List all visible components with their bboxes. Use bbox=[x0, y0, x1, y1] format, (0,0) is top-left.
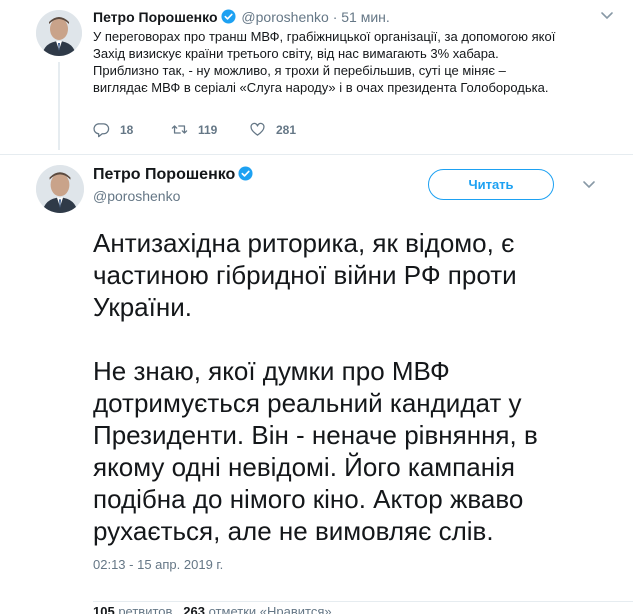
tweet-paragraph: Не знаю, якої думки про МВФ дотримується… bbox=[93, 356, 538, 546]
tweet-stats: 105 ретвитов 263 отметки «Нравится» bbox=[93, 601, 633, 614]
reply-icon bbox=[93, 123, 110, 138]
reply-count: 18 bbox=[120, 122, 134, 137]
author-handle[interactable]: @poroshenko bbox=[93, 188, 180, 204]
tweet-paragraph: Антизахідна риторика, як відомо, є части… bbox=[93, 228, 517, 322]
chevron-down-icon[interactable] bbox=[600, 10, 614, 20]
like-total[interactable]: 263 bbox=[183, 604, 205, 614]
retweet-count: 119 bbox=[198, 122, 218, 137]
tweet-text: У переговорах про транш МВФ, грабіжницьк… bbox=[93, 28, 613, 96]
thread-connector-line bbox=[58, 62, 60, 150]
author-avatar[interactable] bbox=[36, 10, 82, 56]
verified-badge-icon bbox=[221, 9, 236, 24]
author-handle[interactable]: @poroshenko bbox=[241, 9, 328, 25]
tweet-actions: 18 119 281 bbox=[93, 121, 327, 138]
tweet-paragraph: У переговорах про транш МВФ, грабіжницьк… bbox=[93, 29, 556, 61]
follow-button[interactable]: Читать bbox=[428, 169, 554, 200]
author-avatar[interactable] bbox=[36, 165, 84, 213]
author-name[interactable]: Петро Порошенко bbox=[93, 9, 218, 25]
verified-badge-icon bbox=[238, 166, 253, 181]
avatar-portrait-icon bbox=[36, 165, 84, 213]
avatar-portrait-icon bbox=[36, 10, 82, 56]
author-name-row: Петро Порошенко bbox=[93, 165, 255, 185]
tweet-text: Антизахідна риторика, як відомо, є части… bbox=[93, 227, 603, 547]
author-name[interactable]: Петро Порошенко bbox=[93, 166, 235, 183]
heart-icon bbox=[250, 122, 265, 136]
tweet-paragraph: Приблизно так, - ну можливо, я трохи й п… bbox=[93, 63, 549, 95]
retweet-icon bbox=[171, 125, 188, 134]
like-label[interactable]: отметки «Нравится» bbox=[209, 604, 332, 614]
retweet-label[interactable]: ретвитов bbox=[118, 604, 172, 614]
tweet-header: Петро Порошенко @poroshenko · 51 мин. bbox=[93, 8, 390, 26]
retweet-button[interactable]: 119 bbox=[171, 121, 249, 138]
like-button[interactable]: 281 bbox=[249, 121, 327, 138]
like-count: 281 bbox=[276, 122, 297, 137]
main-tweet: Петро Порошенко @poroshenko Читать Антиз… bbox=[0, 154, 633, 614]
parent-tweet: Петро Порошенко @poroshenko · 51 мин. У … bbox=[0, 0, 633, 154]
chevron-down-icon[interactable] bbox=[582, 179, 596, 189]
tweet-time[interactable]: · 51 мин. bbox=[333, 9, 390, 25]
reply-button[interactable]: 18 bbox=[93, 121, 171, 138]
retweet-total[interactable]: 105 bbox=[93, 604, 115, 614]
tweet-timestamp[interactable]: 02:13 - 15 апр. 2019 г. bbox=[93, 557, 223, 572]
